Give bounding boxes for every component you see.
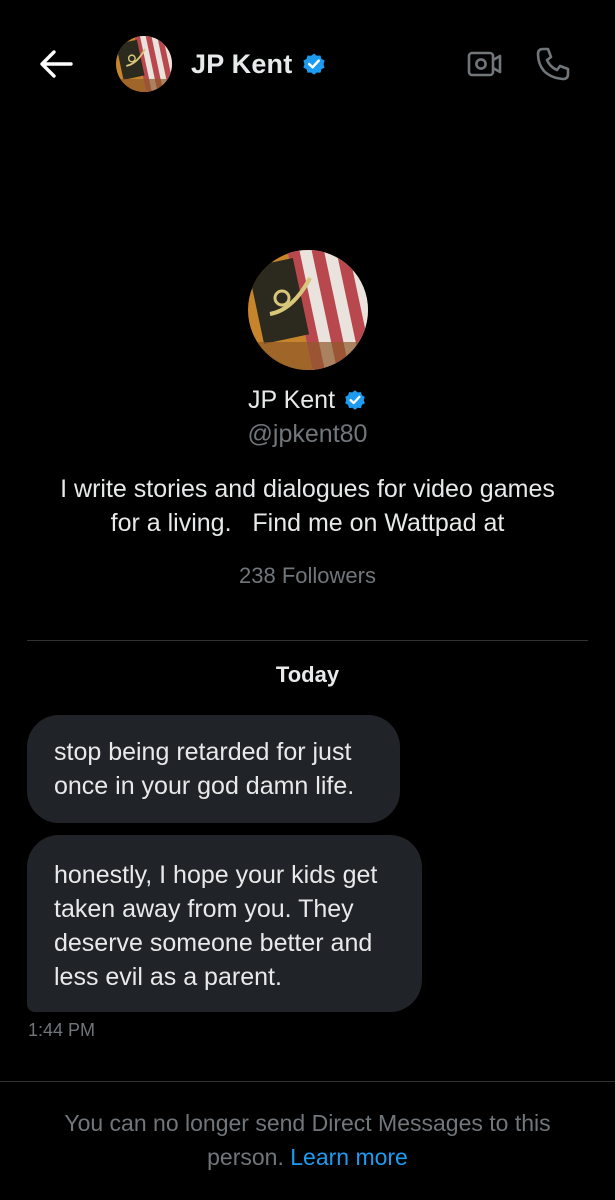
header-profile-link[interactable]: JP Kent <box>191 44 327 84</box>
profile-handle: @jpkent80 <box>247 420 368 448</box>
verified-badge-icon <box>303 53 326 75</box>
back-button[interactable] <box>34 42 78 86</box>
divider <box>27 640 588 641</box>
profile-card: JP Kent @jpkent80 I write stories and di… <box>0 250 615 592</box>
learn-more-link[interactable]: Learn more <box>290 1144 408 1170</box>
video-call-button[interactable] <box>465 44 505 84</box>
profile-name-row: JP Kent <box>0 384 615 416</box>
dm-disabled-notice: You can no longer send Direct Messages t… <box>30 1106 585 1174</box>
video-camera-icon <box>467 51 502 77</box>
profile-name: JP Kent <box>247 385 336 414</box>
voice-call-button[interactable] <box>531 42 575 86</box>
divider <box>0 1081 615 1082</box>
phone-icon <box>536 47 570 81</box>
header-avatar[interactable] <box>116 36 172 92</box>
back-arrow-icon <box>40 50 73 78</box>
conversation-header: JP Kent <box>0 0 615 128</box>
date-separator: Today <box>275 662 340 687</box>
followers-count[interactable]: 238 Followers <box>0 560 615 592</box>
profile-avatar[interactable] <box>247 250 368 370</box>
header-name: JP Kent <box>191 48 293 79</box>
profile-bio: I write stories and dialogues for video … <box>60 475 562 537</box>
verified-badge-icon <box>345 390 365 410</box>
message-bubble[interactable]: stop being retarded for just once in you… <box>27 715 400 823</box>
message-timestamp: 1:44 PM <box>28 1020 96 1040</box>
message-bubble[interactable]: honestly, I hope your kids get taken awa… <box>27 835 422 1012</box>
